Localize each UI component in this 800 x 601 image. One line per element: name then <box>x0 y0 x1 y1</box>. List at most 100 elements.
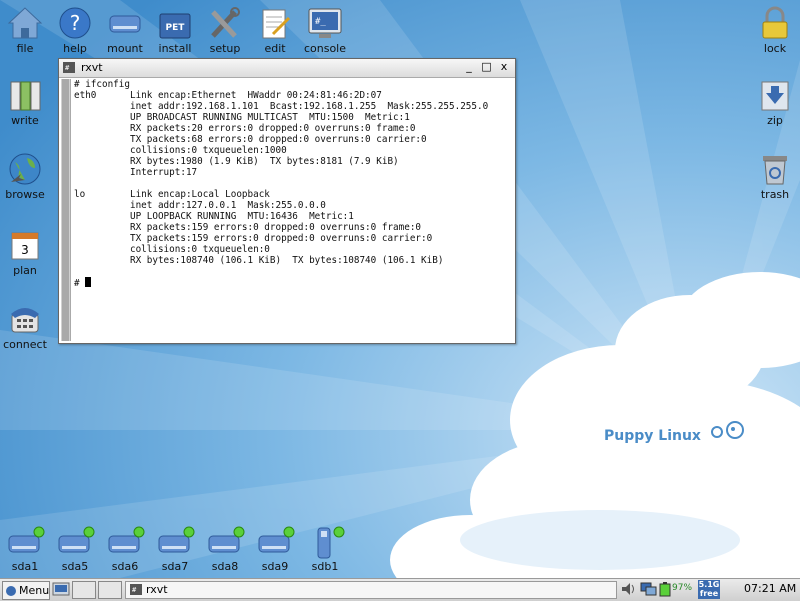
terminal-output[interactable]: # ifconfig eth0 Link encap:Ethernet HWad… <box>74 79 488 289</box>
show-desktop-icon[interactable] <box>52 581 70 597</box>
terminal-line: collisions:0 txqueuelen:0 <box>74 244 270 255</box>
desktop-icon-browse[interactable]: browse <box>0 152 60 201</box>
terminal-line: inet addr:192.168.1.101 Bcast:192.168.1.… <box>74 101 489 112</box>
terminal-scrollbar[interactable] <box>61 79 71 341</box>
drive-label: sda6 <box>111 560 139 573</box>
padlock-icon <box>762 6 788 39</box>
drive-icon <box>8 526 45 553</box>
virtual-desktop-1[interactable] <box>72 581 96 599</box>
terminal-line: inet addr:127.0.0.1 Mask:255.0.0.0 <box>74 200 326 211</box>
taskbar: Menu # rxvt 97% 5.1G free 07:21 AM <box>0 578 800 601</box>
drive-sda1[interactable]: sda1 <box>0 526 50 573</box>
drive-label: sda5 <box>61 560 89 573</box>
puppy-logo-icon <box>711 421 744 439</box>
terminal-line: UP BROADCAST RUNNING MULTICAST MTU:1500 … <box>74 112 410 123</box>
icon-label: plan <box>13 264 37 277</box>
drive-icon <box>109 15 141 33</box>
terminal-line: # ifconfig <box>74 79 130 90</box>
terminal-line: RX bytes:108740 (106.1 KiB) TX bytes:108… <box>74 255 444 266</box>
icon-label: console <box>303 42 347 55</box>
svg-text:#_: #_ <box>315 17 326 27</box>
terminal-line: Interrupt:17 <box>74 167 198 178</box>
drive-label: sda9 <box>261 560 289 573</box>
terminal-line: eth0 Link encap:Ethernet HWaddr 00:24:81… <box>74 90 382 101</box>
brand-text: Puppy Linux <box>604 428 701 444</box>
desktop-icon-lock[interactable]: lock <box>740 6 800 55</box>
menu-button[interactable]: Menu <box>2 581 50 600</box>
terminal-line: TX packets:68 errors:0 dropped:0 overrun… <box>74 134 427 145</box>
menu-label: Menu <box>19 584 50 597</box>
package-icon: PET <box>159 13 191 39</box>
terminal-line: TX packets:159 errors:0 dropped:0 overru… <box>74 233 433 244</box>
icon-label: write <box>11 114 39 127</box>
desktop-icon-connect[interactable]: connect <box>0 302 60 351</box>
pet-badge: PET <box>166 23 186 33</box>
desktop: file ? help mount PET install setup edit… <box>0 0 800 578</box>
puppy-menu-icon <box>6 586 16 596</box>
battery-percent: 97% <box>672 583 693 593</box>
telephone-icon <box>11 308 39 333</box>
desktop-icon-trash[interactable]: trash <box>740 152 800 201</box>
desktop-icon-plan[interactable]: 3 plan <box>0 228 60 277</box>
desktop-icon-console[interactable]: #_ console <box>290 6 360 55</box>
terminal-line: RX packets:159 errors:0 dropped:0 overru… <box>74 222 422 233</box>
terminal-line: RX bytes:1980 (1.9 KiB) TX bytes:8181 (7… <box>74 156 399 167</box>
drive-sda5[interactable]: sda5 <box>50 526 100 573</box>
drive-label: sdb1 <box>311 560 339 573</box>
drive-label: sda1 <box>11 560 39 573</box>
icon-label: lock <box>763 42 787 55</box>
network-icon[interactable] <box>640 581 658 597</box>
drive-icon <box>158 526 195 553</box>
notepad-icon <box>262 9 291 39</box>
battery-icon[interactable] <box>658 581 672 597</box>
usb-drive-icon <box>317 526 345 559</box>
svg-text:?: ? <box>70 11 81 35</box>
drive-icon <box>58 526 95 553</box>
terminal-line: UP LOOPBACK RUNNING MTU:16436 Metric:1 <box>74 211 354 222</box>
drive-sda7[interactable]: sda7 <box>150 526 200 573</box>
minimize-button[interactable]: _ <box>462 60 476 73</box>
terminal-line: collisions:0 txqueuelen:1000 <box>74 145 287 156</box>
desktop-icon-zip[interactable]: zip <box>740 78 800 127</box>
icon-label: connect <box>3 338 47 351</box>
scrollbar-thumb[interactable] <box>62 79 69 341</box>
task-label: rxvt <box>146 583 168 596</box>
terminal-line: RX packets:20 errors:0 dropped:0 overrun… <box>74 123 416 134</box>
terminal-cursor <box>85 277 92 287</box>
document-stack-icon <box>10 81 41 111</box>
terminal-icon: # <box>130 584 142 595</box>
home-icon <box>7 7 43 39</box>
virtual-desktop-2[interactable] <box>98 581 122 599</box>
terminal-prompt: # <box>74 278 86 289</box>
drive-icon <box>108 526 145 553</box>
terminal-icon: #_ <box>308 8 342 38</box>
tools-icon <box>211 7 240 38</box>
drive-label: sda8 <box>211 560 239 573</box>
desktop-icon-write[interactable]: write <box>0 78 60 127</box>
drive-icon <box>258 526 295 553</box>
drive-label: sda7 <box>161 560 189 573</box>
drive-sda8[interactable]: sda8 <box>200 526 250 573</box>
volume-icon[interactable] <box>620 581 636 597</box>
clock[interactable]: 07:21 AM <box>744 582 796 595</box>
free-space-indicator[interactable]: 5.1G free <box>698 580 720 599</box>
trash-icon <box>763 156 787 185</box>
drive-sda6[interactable]: sda6 <box>100 526 150 573</box>
icon-label: zip <box>767 114 783 127</box>
icon-label: browse <box>5 188 45 201</box>
calendar-day: 3 <box>21 243 29 257</box>
free-size: 5.1G <box>698 580 720 589</box>
taskbar-item-rxvt[interactable]: # rxvt <box>125 581 617 599</box>
drive-sda9[interactable]: sda9 <box>250 526 300 573</box>
maximize-button[interactable]: □ <box>480 60 494 73</box>
help-icon: ? <box>59 7 91 39</box>
window-title: rxvt <box>81 61 103 74</box>
drive-icon <box>208 526 245 553</box>
drive-sdb1[interactable]: sdb1 <box>300 526 350 573</box>
icon-label: trash <box>760 188 790 201</box>
close-button[interactable]: x <box>497 60 511 73</box>
window-titlebar[interactable]: # rxvt _ □ x <box>59 59 515 78</box>
terminal-icon: # <box>63 62 75 73</box>
rxvt-terminal-window[interactable]: # rxvt _ □ x # ifconfig eth0 Link encap:… <box>58 58 516 344</box>
globe-icon <box>9 153 41 185</box>
